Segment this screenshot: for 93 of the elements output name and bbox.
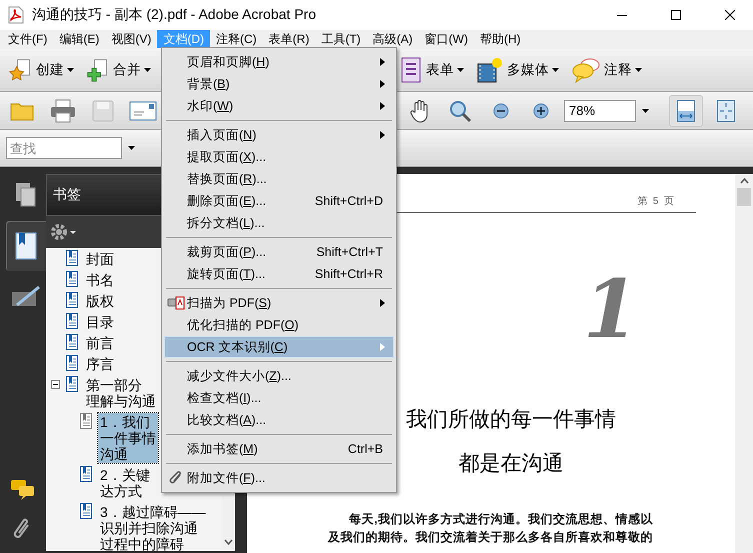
- menu-item[interactable]: 工具(T): [315, 30, 367, 48]
- scanner-icon: [167, 295, 185, 311]
- menu-option[interactable]: 旋转页面(T)... Shift+Ctrl+R: [164, 263, 394, 285]
- menu-option[interactable]: 裁剪页面(P)... Shift+Ctrl+T: [164, 241, 394, 263]
- document-star-icon: [9, 58, 33, 82]
- bookmark-icon: [66, 355, 78, 371]
- menu-option[interactable]: 附加文件(F)...: [164, 467, 394, 489]
- minimize-icon: [617, 14, 627, 16]
- chapter-title: 我们所做的每一件事情: [406, 407, 616, 433]
- pdf-file-icon: [8, 6, 24, 24]
- menu-item[interactable]: 视图(V): [105, 30, 158, 48]
- bookmark-icon: [80, 413, 92, 429]
- scroll-down-icon[interactable]: [224, 539, 232, 545]
- fit-width-button[interactable]: [669, 94, 703, 126]
- menu-option[interactable]: 比较文档(A)...: [164, 409, 394, 431]
- chapter-number: 1: [583, 269, 639, 349]
- close-icon: [725, 10, 735, 20]
- scroll-up-icon[interactable]: [740, 178, 748, 184]
- menu-item[interactable]: 高级(A): [366, 30, 419, 48]
- plus-circle-icon: [533, 102, 549, 118]
- bookmark-icon: [66, 271, 78, 287]
- bookmark-page-icon: [15, 232, 37, 260]
- bookmark-item[interactable]: 1．我们 一件事情 沟通: [98, 413, 158, 463]
- menu-option[interactable]: 提取页面(X)...: [164, 146, 394, 168]
- menu-option[interactable]: 替换页面(R)...: [164, 168, 394, 190]
- toolbar-button[interactable]: 合并: [83, 54, 154, 86]
- bookmark-item[interactable]: 3．越过障碍—— 识别并扫除沟通 过程中的障碍: [98, 503, 208, 551]
- scrollbar-thumb[interactable]: [737, 188, 751, 206]
- body-text-line: 及我们的期待。我们交流着关于那么多各自所喜欢和尊敬的: [328, 529, 653, 545]
- fit-width-icon: [677, 100, 695, 122]
- window-title: 沟通的技巧 - 副本 (2).pdf - Adobe Acrobat Pro: [32, 6, 317, 24]
- menu-item[interactable]: 编辑(E): [53, 30, 106, 48]
- menu-item[interactable]: 表单(R): [262, 30, 316, 48]
- menu-option[interactable]: 扫描为 PDF(S): [164, 292, 394, 314]
- bookmark-item[interactable]: 第一部分 理解与沟通: [84, 376, 158, 410]
- caret-icon: [642, 108, 649, 112]
- zoom-field[interactable]: 78%: [564, 100, 636, 122]
- caret-icon: [457, 68, 464, 72]
- gear-icon[interactable]: [50, 223, 76, 241]
- menu-option[interactable]: 水印(W): [164, 95, 394, 117]
- menu-item[interactable]: 窗口(W): [418, 30, 474, 48]
- chapter-title: 都是在沟通: [458, 451, 564, 477]
- search-field[interactable]: 查找: [6, 137, 122, 159]
- caret-icon: [128, 146, 135, 150]
- panel-title: 书签: [53, 186, 81, 204]
- menu-option[interactable]: 背景(B): [164, 73, 394, 95]
- speech-bubble-icon: [571, 57, 601, 83]
- envelope-icon: [129, 100, 157, 120]
- caret-icon: [635, 68, 642, 72]
- menu-option[interactable]: OCR 文本识别(C): [164, 336, 394, 358]
- maximize-icon: [671, 10, 681, 20]
- bookmark-icon: [66, 313, 78, 329]
- minus-circle-icon: [493, 102, 509, 118]
- document-plus-icon: [86, 58, 110, 82]
- bookmark-item[interactable]: 2．关键 达方式: [98, 466, 152, 500]
- menu-item[interactable]: 帮助(H): [474, 30, 527, 48]
- caret-icon: [144, 68, 151, 72]
- menu-option[interactable]: 减少文件大小(Z)...: [164, 365, 394, 387]
- menu-option[interactable]: 检查文档(I)...: [164, 387, 394, 409]
- magnifier-icon: [449, 98, 473, 122]
- bookmark-item[interactable]: 版权: [84, 292, 116, 310]
- bookmark-item[interactable]: 序言: [84, 355, 116, 373]
- menu-option[interactable]: 优化扫描的 PDF(O): [164, 314, 394, 336]
- speech-bubbles-icon[interactable]: [10, 479, 36, 501]
- bookmark-item[interactable]: 封面: [84, 250, 116, 268]
- bookmark-icon: [66, 292, 78, 308]
- body-text-line: 每天,我们以许多方式进行沟通。我们交流思想、情感以: [349, 511, 653, 527]
- toolbar-button[interactable]: 注释: [568, 54, 645, 86]
- bookmark-item[interactable]: 前言: [84, 334, 116, 352]
- toolbar-button[interactable]: 多媒体: [473, 54, 562, 86]
- toolbar-button[interactable]: 表单: [396, 54, 467, 86]
- paperclip-icon: [169, 470, 183, 486]
- bookmark-item[interactable]: 目录: [84, 313, 116, 331]
- caret-icon: [552, 68, 559, 72]
- bookmark-icon: [80, 466, 92, 482]
- bookmarks-button[interactable]: [6, 221, 46, 271]
- toolbar-button[interactable]: 创建: [6, 54, 77, 86]
- pages-icon: [15, 182, 37, 208]
- caret-icon: [67, 68, 74, 72]
- form-icon: [399, 56, 423, 84]
- bookmark-icon: [80, 503, 92, 519]
- collapse-icon[interactable]: [51, 380, 60, 389]
- bookmark-icon: [66, 376, 78, 392]
- bookmark-icon: [66, 334, 78, 350]
- fit-page-icon: [717, 100, 735, 122]
- menu-option[interactable]: 拆分文档(L)...: [164, 212, 394, 234]
- menu-option[interactable]: 添加书签(M) Ctrl+B: [164, 438, 394, 460]
- menu-option[interactable]: 插入页面(N): [164, 124, 394, 146]
- menu-item[interactable]: 文件(F): [2, 30, 54, 48]
- printer-icon: [50, 98, 76, 122]
- menu-item[interactable]: 注释(C): [210, 30, 263, 48]
- menu-option[interactable]: 页眉和页脚(H): [164, 51, 394, 73]
- bookmark-item[interactable]: 书名: [84, 271, 116, 289]
